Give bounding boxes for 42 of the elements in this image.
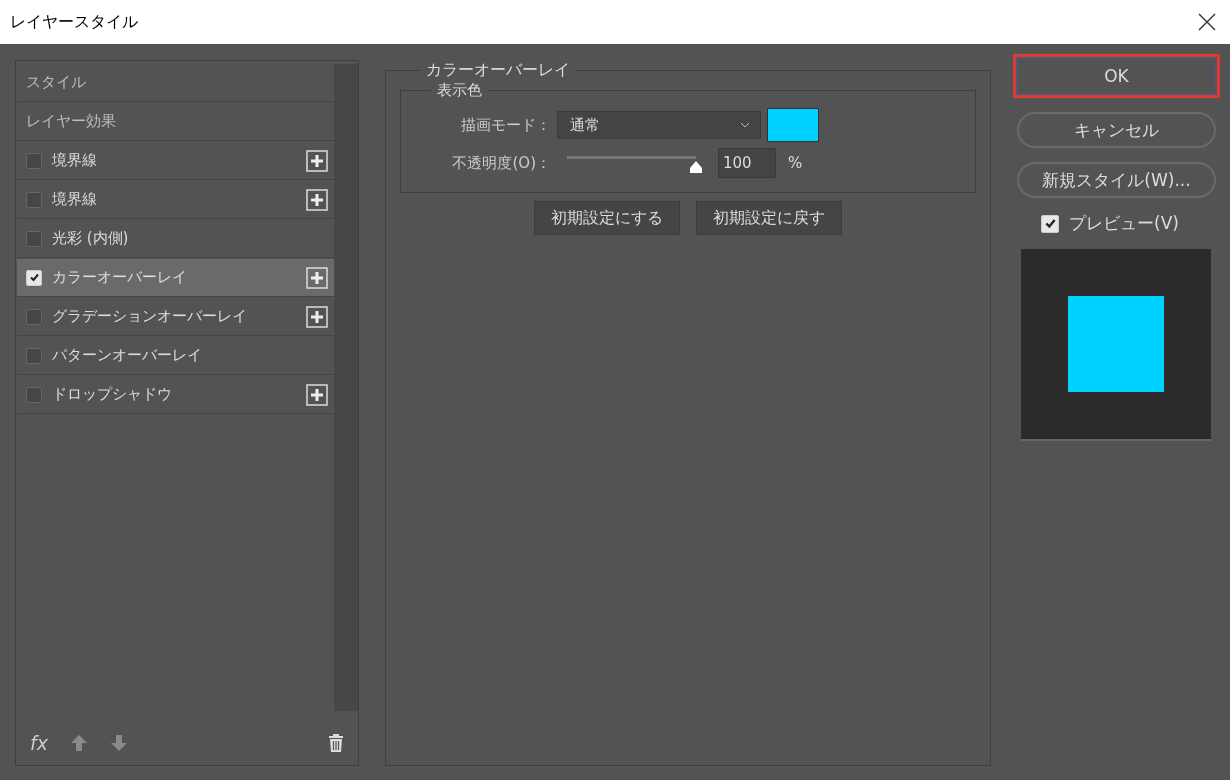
dialog-button[interactable]: 新規スタイル(W)... [1017, 162, 1216, 198]
group-title: 表示色 [436, 81, 483, 100]
checkbox[interactable] [26, 230, 42, 247]
checkbox[interactable] [26, 152, 42, 169]
fx-button[interactable]: fx [30, 732, 48, 754]
effect-label: ドロップシャドウ [52, 385, 173, 404]
opacity-label: 不透明度(O)： [451, 153, 551, 173]
effect-label: カラーオーバーレイ [52, 268, 188, 287]
chevron-icon [740, 122, 750, 128]
window-title: レイヤースタイル [10, 11, 138, 33]
effect-label: 境界線 [52, 151, 98, 170]
effect-label: 境界線 [52, 190, 98, 209]
reset-button[interactable]: 初期設定に戻す [696, 201, 842, 235]
effect-label: 光彩 (内側) [52, 229, 130, 248]
checkbox[interactable] [26, 191, 42, 208]
trash-icon[interactable] [328, 733, 344, 753]
sidebar-item[interactable]: カラーオーバーレイ [17, 259, 334, 297]
percent-label: % [788, 154, 803, 172]
color-swatch[interactable] [767, 108, 819, 142]
dialog-button[interactable]: OK [1013, 54, 1220, 98]
reset-button[interactable]: 初期設定にする [534, 201, 680, 235]
group-title: カラーオーバーレイ [425, 60, 571, 81]
slider-thumb[interactable] [688, 160, 704, 174]
opacity-field[interactable]: 100 [718, 148, 776, 178]
blend-mode-dropdown[interactable]: 通常 [557, 111, 761, 139]
add-icon[interactable] [306, 266, 328, 289]
add-icon[interactable] [306, 149, 328, 172]
checkbox[interactable] [26, 308, 42, 325]
add-icon[interactable] [306, 383, 328, 406]
close-icon[interactable] [1198, 13, 1216, 31]
add-icon[interactable] [306, 188, 328, 211]
check-icon [28, 272, 40, 283]
effect-label: グラデーションオーバーレイ [52, 307, 248, 326]
checkbox[interactable] [26, 347, 42, 364]
checkbox[interactable] [26, 386, 42, 403]
effect-label: パターンオーバーレイ [52, 346, 203, 365]
dialog-button[interactable]: キャンセル [1017, 112, 1216, 148]
blend-mode-label: 描画モード： [460, 115, 551, 135]
check-icon [1043, 217, 1057, 230]
scrollbar[interactable] [334, 64, 358, 711]
add-icon[interactable] [306, 305, 328, 328]
preview-label: プレビュー(V) [1069, 212, 1179, 235]
